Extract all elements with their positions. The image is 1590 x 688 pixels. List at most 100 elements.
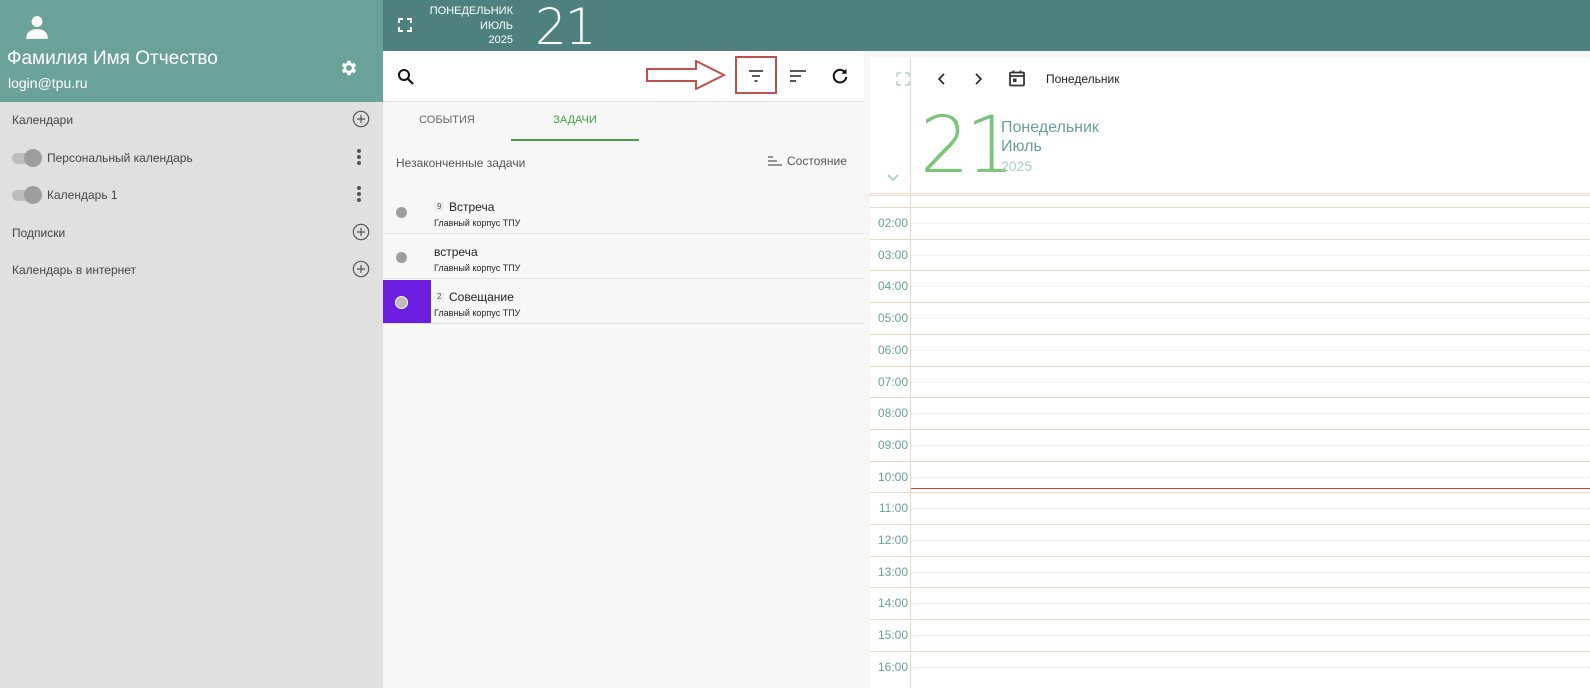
task-color-marker	[383, 280, 431, 323]
view-mode-label[interactable]: Понедельник	[1046, 72, 1119, 86]
half-hour-line	[911, 666, 1590, 668]
task-item[interactable]: 9 Встреча Главный корпус ТПУ	[383, 190, 864, 234]
gear-icon[interactable]	[339, 58, 359, 78]
fullscreen-icon[interactable]	[397, 17, 413, 33]
calendars-label: Календари	[12, 113, 74, 127]
header-year: 2025	[488, 34, 513, 46]
fullscreen-icon[interactable]	[896, 72, 910, 86]
day-view-toolbar: Понедельник	[870, 57, 1590, 101]
status-dot-icon[interactable]	[396, 252, 407, 263]
more-vert-icon[interactable]	[355, 148, 363, 168]
hour-row[interactable]: 09:00	[870, 428, 1590, 461]
unfinished-tasks-title: Незаконченные задачи	[396, 156, 526, 170]
tabs: СОБЫТИЯ ЗАДАЧИ	[383, 103, 864, 141]
hour-label: 13:00	[877, 564, 908, 579]
half-hour-line	[911, 349, 1590, 351]
chevron-down-icon[interactable]	[886, 173, 900, 183]
tab-tasks[interactable]: ЗАДАЧИ	[511, 103, 639, 141]
internet-calendar-section: Календарь в интернет	[0, 258, 383, 282]
calendar-icon[interactable]	[1008, 69, 1026, 87]
filter-button[interactable]	[735, 56, 777, 94]
time-grid[interactable]: 02:00 03:00 04:00 05:00 06:00 07:00 08:00 09:00…	[870, 195, 1590, 688]
half-hour-line	[911, 444, 1590, 446]
user-avatar-icon	[26, 16, 48, 39]
day-view: Понедельник 21 Понедельник Июль 2025 02:…	[870, 57, 1590, 688]
half-hour-line	[911, 540, 1590, 541]
search-icon[interactable]	[397, 68, 415, 86]
day-number: 21	[920, 101, 1015, 191]
half-hour-line	[911, 254, 1590, 256]
hour-row[interactable]: 08:00	[870, 397, 1590, 429]
task-location: Главный корпус ТПУ	[434, 263, 521, 273]
hour-row[interactable]: 15:00	[870, 619, 1590, 651]
half-hour-line	[911, 223, 1590, 224]
tab-events[interactable]: СОБЫТИЯ	[383, 103, 511, 141]
hour-label: 09:00	[877, 437, 908, 452]
refresh-icon[interactable]	[831, 67, 849, 85]
half-hour-line	[911, 476, 1590, 478]
task-title: встреча	[434, 245, 478, 259]
user-login: login@tpu.ru	[8, 75, 88, 91]
calendar-item-label: Календарь 1	[47, 188, 118, 202]
task-title: Совещание	[449, 290, 514, 304]
internet-calendar-label: Календарь в интернет	[12, 263, 137, 277]
year-label: 2025	[1001, 158, 1033, 174]
status-dot-icon[interactable]	[396, 207, 407, 218]
half-hour-line	[911, 381, 1590, 383]
task-item[interactable]: встреча Главный корпус ТПУ	[383, 235, 864, 279]
hour-row[interactable]: 03:00	[870, 238, 1590, 271]
add-calendar-plus-icon[interactable]	[352, 110, 370, 128]
chevron-left-icon[interactable]	[934, 71, 950, 87]
status-dot-icon[interactable]	[395, 296, 408, 309]
hour-label: 08:00	[877, 406, 908, 421]
header-day-number: 21	[535, 0, 597, 56]
day-of-week: Понедельник	[1001, 119, 1099, 136]
half-hour-line	[911, 286, 1590, 288]
hour-row[interactable]: 04:00	[870, 270, 1590, 302]
sidebar: Фамилия Имя Отчество login@tpu.ru Календ…	[0, 0, 383, 688]
header-date-text: ПОНЕДЕЛЬНИК ИЮЛЬ 2025	[430, 4, 513, 48]
hour-row[interactable]: 05:00	[870, 302, 1590, 334]
state-sort-button[interactable]: Состояние	[768, 154, 847, 168]
more-vert-icon[interactable]	[355, 185, 363, 205]
month-label: Июль	[1001, 138, 1042, 155]
time-column-divider	[910, 57, 911, 688]
header-month: ИЮЛЬ	[480, 19, 513, 32]
hour-row[interactable]: 07:00	[870, 365, 1590, 398]
hour-label: 16:00	[877, 659, 908, 674]
hour-label: 04:00	[877, 279, 908, 294]
calendar-item-personal[interactable]: Персональный календарь	[0, 146, 383, 170]
hour-row[interactable]: 02:00	[870, 207, 1590, 239]
tasks-toolbar	[383, 51, 864, 102]
hour-row[interactable]: 11:00	[870, 492, 1590, 524]
half-hour-line	[911, 413, 1590, 415]
add-subscription-plus-icon[interactable]	[352, 223, 370, 241]
task-badge: 2	[434, 292, 445, 302]
chevron-right-icon[interactable]	[970, 71, 986, 87]
subscriptions-section: Подписки	[0, 221, 383, 245]
calendar-item-label: Персональный календарь	[47, 151, 193, 165]
hour-row[interactable]: 14:00	[870, 587, 1590, 619]
task-location: Главный корпус ТПУ	[434, 218, 521, 228]
calendar-item-1[interactable]: Календарь 1	[0, 183, 383, 207]
calendar-toggle[interactable]	[12, 186, 42, 204]
sort-state-icon	[768, 156, 782, 166]
state-label: Состояние	[787, 154, 847, 168]
add-internet-calendar-plus-icon[interactable]	[352, 260, 370, 278]
annotation-arrow-icon	[646, 60, 726, 90]
task-badge: 9	[434, 202, 445, 212]
half-hour-line	[911, 635, 1590, 637]
tasks-panel: СОБЫТИЯ ЗАДАЧИ Незаконченные задачи Сост…	[383, 51, 864, 688]
hour-row[interactable]: 16:00	[870, 650, 1590, 683]
calendar-toggle[interactable]	[12, 149, 42, 167]
hour-row[interactable]	[870, 195, 1590, 207]
task-item[interactable]: 2 Совещание Главный корпус ТПУ	[383, 280, 864, 324]
hour-row[interactable]: 12:00	[870, 524, 1590, 556]
half-hour-line	[911, 508, 1590, 510]
hour-label: 12:00	[877, 533, 908, 547]
half-hour-line	[911, 318, 1590, 320]
hour-row[interactable]: 13:00	[870, 555, 1590, 588]
user-name: Фамилия Имя Отчество	[7, 48, 218, 69]
hour-row[interactable]: 06:00	[870, 333, 1590, 366]
sort-icon[interactable]	[790, 70, 806, 82]
